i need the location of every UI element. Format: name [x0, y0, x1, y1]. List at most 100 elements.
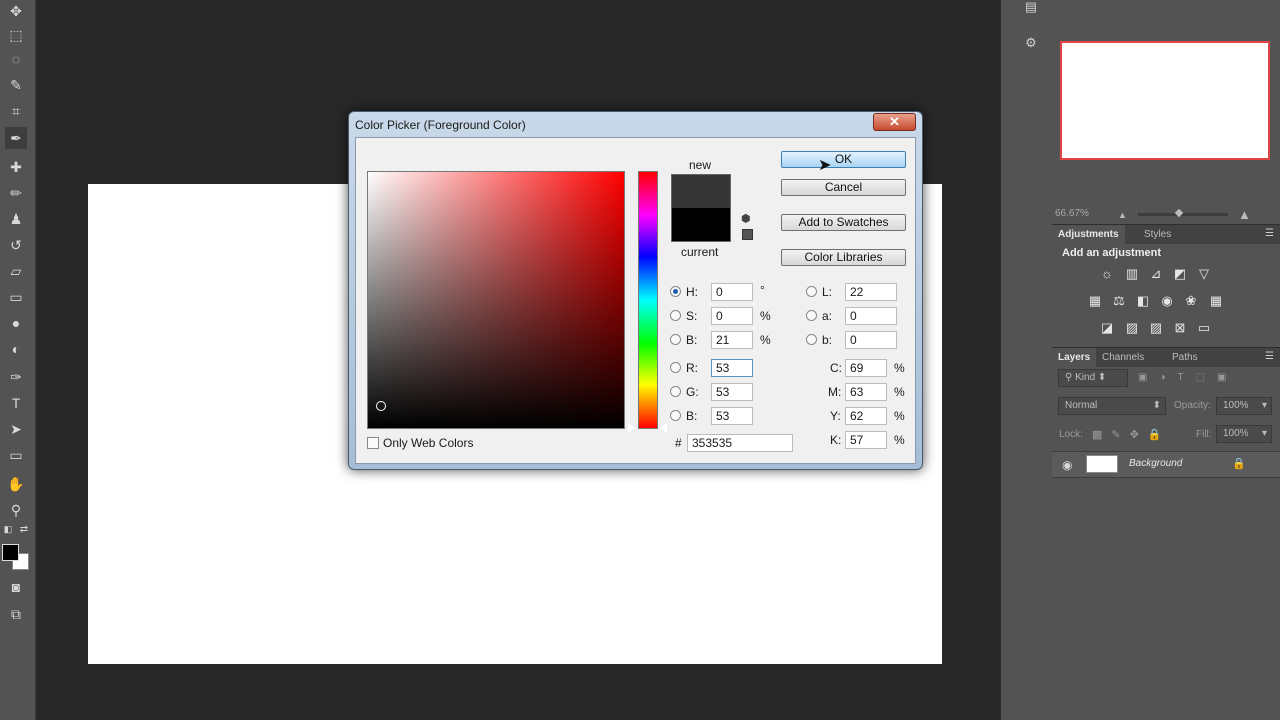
gradient-tool-icon[interactable]: ▭	[5, 286, 27, 308]
crop-tool-icon[interactable]: ⌗	[5, 100, 27, 122]
saturation-field[interactable]: 0	[711, 307, 753, 325]
blur-tool-icon[interactable]: ●	[5, 312, 27, 334]
panel-menu-icon[interactable]: ☰	[1265, 228, 1274, 239]
lock-icon[interactable]: 🔒	[1232, 457, 1246, 470]
hue-slider[interactable]	[638, 171, 658, 429]
brightness-icon[interactable]: ☼	[1098, 265, 1116, 283]
close-button[interactable]: ✕	[873, 113, 916, 131]
invert-icon[interactable]: ◪	[1098, 319, 1116, 337]
type-tool-icon[interactable]: T	[5, 392, 27, 414]
move-tool-icon[interactable]: ✥	[5, 0, 27, 22]
zoom-tool-icon[interactable]: ⚲	[5, 499, 27, 521]
default-colors-icon[interactable]: ◧	[0, 522, 16, 536]
levels-icon[interactable]: ▥	[1123, 265, 1141, 283]
brush-tool-icon[interactable]: ✏	[5, 182, 27, 204]
cube-icon[interactable]: ⬢	[741, 212, 751, 225]
black-field[interactable]: 57	[845, 431, 887, 449]
hand-tool-icon[interactable]: ✋	[5, 473, 27, 495]
selective-color-icon[interactable]: ⊠	[1171, 319, 1189, 337]
brightness-radio[interactable]	[670, 334, 681, 345]
lab-b-radio[interactable]	[806, 334, 817, 345]
path-select-tool-icon[interactable]: ➤	[5, 418, 27, 440]
add-to-swatches-button[interactable]: Add to Swatches	[781, 214, 906, 231]
saturation-brightness-field[interactable]	[367, 171, 625, 429]
color-balance-icon[interactable]: ⚖	[1110, 292, 1128, 310]
photo-filter-icon[interactable]: ◉	[1158, 292, 1176, 310]
lab-l-radio[interactable]	[806, 286, 817, 297]
vibrance-icon[interactable]: ▽	[1195, 265, 1213, 283]
hue-field[interactable]: 0	[711, 283, 753, 301]
lab-b-field[interactable]: 0	[845, 331, 897, 349]
blue-field[interactable]: 53	[711, 407, 753, 425]
fill-field[interactable]: 100% ▾	[1216, 425, 1272, 443]
lab-a-radio[interactable]	[806, 310, 817, 321]
properties-panel-icon[interactable]: ⚙	[1021, 33, 1041, 53]
layers-menu-icon[interactable]: ☰	[1265, 351, 1274, 362]
pen-tool-icon[interactable]: ✑	[5, 366, 27, 388]
green-radio[interactable]	[670, 386, 681, 397]
healing-brush-tool-icon[interactable]: ✚	[5, 156, 27, 178]
only-web-colors-checkbox[interactable]	[367, 437, 379, 449]
threshold-icon[interactable]: ▨	[1147, 319, 1165, 337]
hue-saturation-icon[interactable]: ▦	[1086, 292, 1104, 310]
lasso-tool-icon[interactable]: ◌	[5, 48, 27, 70]
opacity-field[interactable]: 100% ▾	[1216, 397, 1272, 415]
tab-layers[interactable]: Layers	[1052, 348, 1097, 368]
color-marker[interactable]	[376, 401, 386, 411]
tab-paths[interactable]: Paths	[1166, 348, 1204, 368]
web-safe-icon[interactable]	[742, 229, 753, 240]
layer-filter-icons[interactable]: ▣◑T⬚▣	[1138, 372, 1239, 383]
tab-channels[interactable]: Channels	[1096, 348, 1150, 368]
quick-mask-icon[interactable]: ◙	[5, 576, 27, 598]
red-field[interactable]: 53	[711, 359, 753, 377]
blend-mode-dropdown[interactable]: Normal ⬍	[1058, 397, 1166, 415]
saturation-radio[interactable]	[670, 310, 681, 321]
tab-adjustments[interactable]: Adjustments	[1052, 225, 1125, 245]
ok-button[interactable]: OK	[781, 151, 906, 168]
magenta-field[interactable]: 63	[845, 383, 887, 401]
swap-colors-icon[interactable]: ⇄	[16, 522, 32, 536]
color-libraries-button[interactable]: Color Libraries	[781, 249, 906, 266]
yellow-field[interactable]: 62	[845, 407, 887, 425]
curves-icon[interactable]: ⊿	[1147, 265, 1165, 283]
screen-mode-icon[interactable]: ⧉	[5, 603, 27, 625]
quick-select-tool-icon[interactable]: ✎	[5, 74, 27, 96]
lock-icons[interactable]: ▩✎✥🔒	[1092, 428, 1171, 441]
eyedropper-tool-icon[interactable]: ✒	[5, 127, 27, 149]
gradient-map-icon[interactable]: ▭	[1195, 319, 1213, 337]
red-radio[interactable]	[670, 362, 681, 373]
navigator-thumbnail[interactable]	[1060, 41, 1270, 160]
zoom-value[interactable]: 66.67%	[1055, 208, 1089, 219]
eraser-tool-icon[interactable]: ▱	[5, 260, 27, 282]
cancel-button[interactable]: Cancel	[781, 179, 906, 196]
channel-mixer-icon[interactable]: ❀	[1182, 292, 1200, 310]
clone-stamp-tool-icon[interactable]: ♟	[5, 208, 27, 230]
tab-styles[interactable]: Styles	[1138, 225, 1177, 245]
layer-row[interactable]: ◉ Background 🔒	[1052, 451, 1280, 478]
history-brush-tool-icon[interactable]: ↺	[5, 234, 27, 256]
lab-a-field[interactable]: 0	[845, 307, 897, 325]
exposure-icon[interactable]: ◩	[1171, 265, 1189, 283]
cyan-field[interactable]: 69	[845, 359, 887, 377]
hue-radio[interactable]	[670, 286, 681, 297]
shape-tool-icon[interactable]: ▭	[5, 444, 27, 466]
foreground-color-swatch[interactable]	[2, 544, 19, 561]
green-field[interactable]: 53	[711, 383, 753, 401]
black-white-icon[interactable]: ◧	[1134, 292, 1152, 310]
hex-field[interactable]: 353535	[687, 434, 793, 452]
color-lookup-icon[interactable]: ▦	[1207, 292, 1225, 310]
brightness-field[interactable]: 21	[711, 331, 753, 349]
zoom-out-icon[interactable]: ▲	[1118, 210, 1127, 220]
dodge-tool-icon[interactable]: ◐	[5, 338, 27, 360]
posterize-icon[interactable]: ▨	[1123, 319, 1141, 337]
hue-slider-arrow-left[interactable]	[628, 423, 635, 433]
blue-radio[interactable]	[670, 410, 681, 421]
zoom-in-icon[interactable]: ▲	[1238, 207, 1251, 222]
history-panel-icon[interactable]: ▤	[1021, 0, 1041, 17]
layer-filter-dropdown[interactable]: ⚲ Kind ⬍	[1058, 369, 1128, 387]
lab-l-field[interactable]: 22	[845, 283, 897, 301]
marquee-tool-icon[interactable]: ⬚	[5, 24, 27, 46]
current-color-swatch[interactable]	[671, 208, 731, 242]
eye-icon[interactable]: ◉	[1062, 458, 1072, 472]
hue-slider-arrow-right[interactable]	[660, 423, 667, 433]
